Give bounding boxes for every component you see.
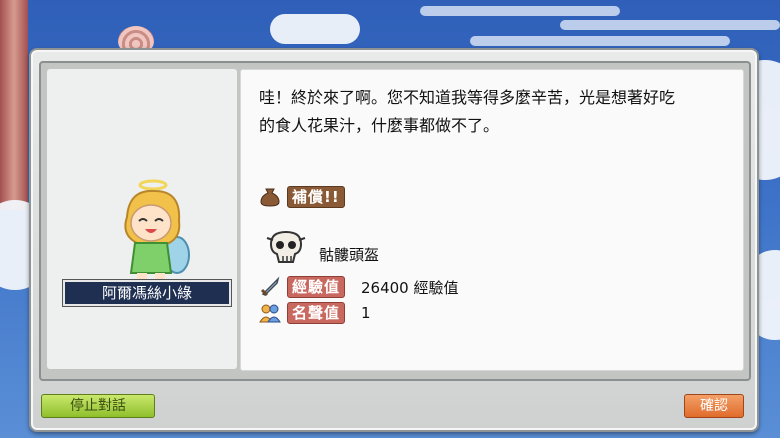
- dialog-line: 的食人花果汁，什麼事都做不了。: [259, 116, 500, 135]
- confirm-button[interactable]: 確認: [684, 394, 744, 418]
- money-bag-icon: [260, 188, 280, 207]
- npc-name-plate: 阿爾馮絲小綠: [62, 279, 232, 307]
- dialog-button-bar: 停止對話 確認: [39, 392, 749, 422]
- reward-item: 骷髏頭盔: [265, 230, 379, 266]
- reward-title-badge: 補償!!: [287, 186, 345, 208]
- reward-item-name: 骷髏頭盔: [319, 245, 380, 264]
- exp-reward-row: 經驗值 26400 經驗值: [259, 276, 459, 298]
- npc-portrait: [124, 179, 190, 291]
- fame-reward-row: 名聲值 1: [259, 302, 371, 324]
- dialog-message: 哇！終於來了啊。您不知道我等得多麼辛苦，光是想著好吃 的食人花果汁，什麼事都做不…: [259, 84, 729, 140]
- npc-portrait-panel: 阿爾馮絲小綠: [47, 69, 237, 369]
- npc-dialog-window: 阿爾馮絲小綠 哇！終於來了啊。您不知道我等得多麼辛苦，光是想著好吃 的食人花果汁…: [29, 48, 759, 432]
- fame-label: 名聲值: [287, 302, 346, 324]
- dialog-text-panel: 哇！終於來了啊。您不知道我等得多麼辛苦，光是想著好吃 的食人花果汁，什麼事都做不…: [240, 69, 744, 371]
- skull-helmet-icon: [266, 230, 306, 263]
- cloud-streak: [470, 36, 730, 46]
- cloud: [270, 14, 360, 44]
- dialog-content-frame: 阿爾馮絲小綠 哇！終於來了啊。您不知道我等得多麼辛苦，光是想著好吃 的食人花果汁…: [39, 61, 751, 381]
- reward-header: 補償!!: [259, 186, 345, 208]
- exp-label: 經驗值: [287, 276, 346, 298]
- people-icon: [259, 304, 281, 323]
- fame-value: 1: [361, 304, 371, 322]
- pillar-decoration: [0, 0, 28, 210]
- exp-value: 26400 經驗值: [361, 278, 459, 297]
- sword-icon: [260, 276, 280, 297]
- cloud-streak: [560, 20, 780, 30]
- dialog-line: 哇！終於來了啊。您不知道我等得多麼辛苦，光是想著好吃: [259, 88, 676, 107]
- cloud-streak: [420, 6, 620, 16]
- end-chat-button[interactable]: 停止對話: [41, 394, 155, 418]
